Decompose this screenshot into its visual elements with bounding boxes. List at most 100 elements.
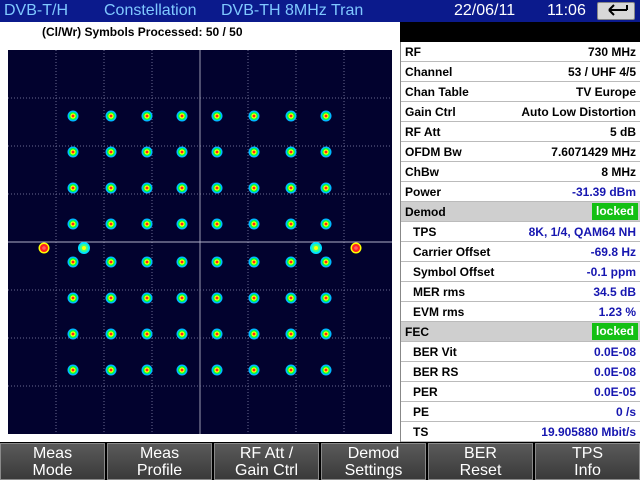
constellation-cluster — [105, 110, 117, 122]
softkey-meas-profile[interactable]: Meas Profile — [107, 443, 212, 480]
param-label: PE — [413, 405, 430, 419]
constellation-cluster — [141, 256, 153, 268]
cluster-dot — [145, 332, 149, 336]
softkey-line1: TPS — [571, 445, 604, 462]
param-value: TV Europe — [575, 85, 636, 99]
title-bar: DVB-T/H Constellation DVB-TH 8MHz Tran 2… — [0, 0, 640, 22]
cluster-dot — [71, 296, 75, 300]
fec-row-ber-vit: BER Vit 0.0E-08 — [401, 342, 640, 362]
constellation-cluster — [248, 256, 260, 268]
param-label: Symbol Offset — [413, 265, 495, 279]
fec-row-per: PER 0.0E-05 — [401, 382, 640, 402]
cluster-dot — [145, 222, 149, 226]
date-label: 22/06/11 — [454, 2, 516, 19]
constellation-cluster — [248, 364, 260, 376]
param-label: Chan Table — [405, 85, 469, 99]
cluster-dot — [180, 368, 184, 372]
param-value: 5 dB — [609, 125, 636, 139]
cluster-dot — [71, 332, 75, 336]
constellation-cluster — [176, 146, 188, 158]
param-row-channel: Channel 53 / UHF 4/5 — [401, 62, 640, 82]
demod-row-tps: TPS 8K, 1/4, QAM64 NH — [401, 222, 640, 242]
cluster-dot — [71, 150, 75, 154]
cluster-dot — [252, 332, 256, 336]
constellation-cluster — [67, 146, 79, 158]
cluster-dot — [252, 296, 256, 300]
softkey-line2: Gain Ctrl — [234, 462, 299, 479]
cluster-dot — [289, 296, 293, 300]
constellation-cluster — [105, 146, 117, 158]
cluster-dot — [324, 332, 328, 336]
constellation-cluster — [211, 292, 223, 304]
constellation-cluster — [176, 182, 188, 194]
constellation-cluster — [320, 182, 332, 194]
param-label: BER Vit — [413, 345, 457, 359]
constellation-cluster — [141, 110, 153, 122]
softkey-meas-mode[interactable]: Meas Mode — [0, 443, 105, 480]
param-value: Auto Low Distortion — [521, 105, 636, 119]
constellation-cluster — [105, 182, 117, 194]
fec-title: FEC — [405, 325, 429, 339]
cluster-dot — [252, 186, 256, 190]
constellation-cluster — [67, 292, 79, 304]
constellation-cluster — [285, 110, 297, 122]
softkey-tps-info[interactable]: TPS Info — [535, 443, 640, 480]
cluster-dot — [215, 186, 219, 190]
cluster-dot — [109, 296, 113, 300]
cluster-dot — [109, 114, 113, 118]
constellation-cluster — [320, 256, 332, 268]
softkey-line2: Settings — [344, 462, 403, 479]
constellation-cluster — [211, 110, 223, 122]
time-label: 11:06 — [547, 2, 586, 19]
softkey-line1: Meas — [139, 445, 180, 462]
param-label: ChBw — [405, 165, 439, 179]
cluster-dot — [145, 150, 149, 154]
param-value: 730 MHz — [587, 45, 636, 59]
constellation-cluster — [105, 256, 117, 268]
param-value: -31.39 dBm — [571, 185, 636, 199]
cluster-dot — [215, 332, 219, 336]
constellation-cluster — [320, 292, 332, 304]
constellation-cluster — [141, 328, 153, 340]
cluster-dot — [180, 296, 184, 300]
back-arrow-icon — [608, 4, 628, 16]
constellation-cluster — [67, 256, 79, 268]
constellation-cluster — [320, 146, 332, 158]
constellation-cluster — [320, 328, 332, 340]
cluster-dot — [109, 150, 113, 154]
param-value: 8 MHz — [601, 165, 636, 179]
param-value: 0.0E-05 — [593, 385, 636, 399]
softkey-line2: Reset — [459, 462, 502, 479]
softkey-bar: Meas Mode Meas Profile RF Att / Gain Ctr… — [0, 442, 640, 480]
param-row-chbw: ChBw 8 MHz — [401, 162, 640, 182]
softkey-ber-reset[interactable]: BER Reset — [428, 443, 533, 480]
cluster-dot — [252, 222, 256, 226]
param-row-power: Power -31.39 dBm — [401, 182, 640, 202]
cluster-dot — [252, 150, 256, 154]
cluster-dot — [145, 296, 149, 300]
pilot-dot — [82, 246, 86, 250]
pilot-cluster — [38, 242, 50, 254]
pilot-cluster — [78, 242, 90, 254]
cluster-dot — [215, 368, 219, 372]
constellation-cluster — [285, 364, 297, 376]
constellation-cluster — [105, 364, 117, 376]
back-button[interactable] — [597, 2, 635, 20]
param-value: 7.6071429 MHz — [551, 145, 636, 159]
constellation-cluster — [105, 328, 117, 340]
param-row-gain-ctrl: Gain Ctrl Auto Low Distortion — [401, 102, 640, 122]
cluster-dot — [289, 114, 293, 118]
softkey-rf-att-gain-ctrl[interactable]: RF Att / Gain Ctrl — [214, 443, 319, 480]
softkey-demod-settings[interactable]: Demod Settings — [321, 443, 426, 480]
constellation-cluster — [141, 218, 153, 230]
constellation-cluster — [141, 182, 153, 194]
constellation-cluster — [176, 364, 188, 376]
constellation-cluster — [248, 146, 260, 158]
softkey-line1: BER — [464, 445, 497, 462]
parameter-table: RF 730 MHz Channel 53 / UHF 4/5 Chan Table TV… — [400, 42, 640, 442]
constellation-cluster — [105, 292, 117, 304]
cluster-dot — [71, 260, 75, 264]
constellation-cluster — [285, 256, 297, 268]
cluster-dot — [109, 222, 113, 226]
cluster-dot — [324, 150, 328, 154]
